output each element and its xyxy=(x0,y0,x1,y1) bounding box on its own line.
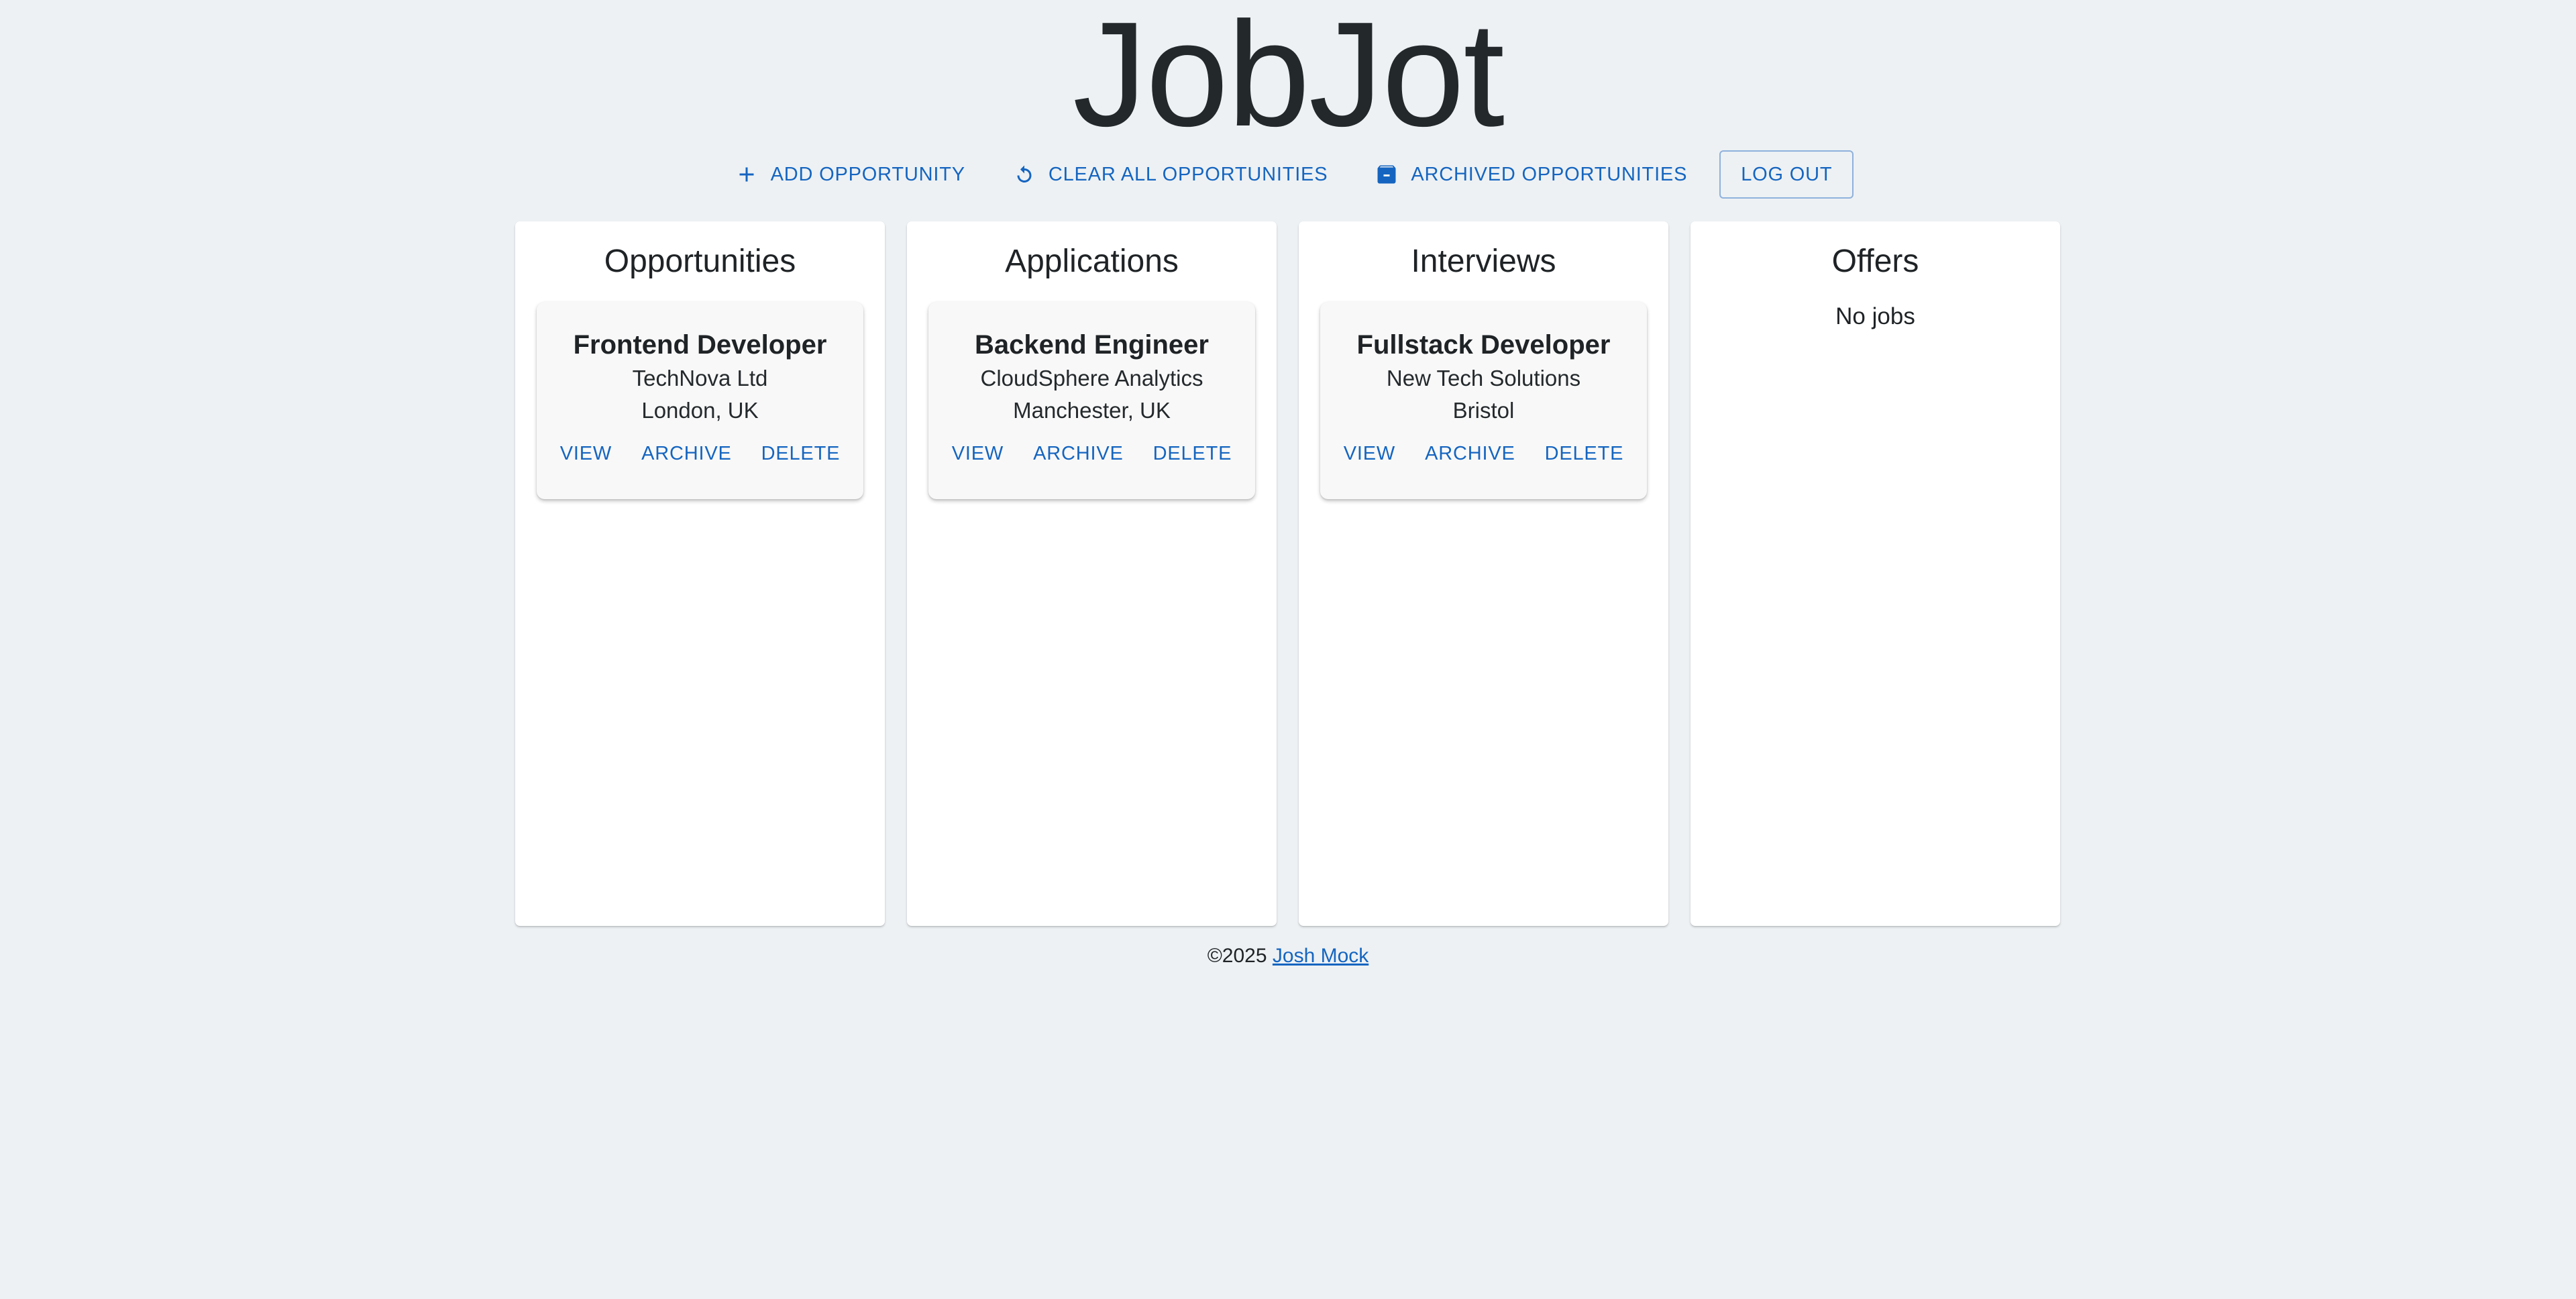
add-opportunity-label: ADD OPPORTUNITY xyxy=(770,163,965,185)
archive-box-icon xyxy=(1375,162,1399,187)
job-card: Frontend Developer TechNova Ltd London, … xyxy=(537,302,863,499)
log-out-button[interactable]: LOG OUT xyxy=(1719,150,1854,199)
column-title: Opportunities xyxy=(604,244,796,279)
job-card: Backend Engineer CloudSphere Analytics M… xyxy=(928,302,1255,499)
job-company: New Tech Solutions xyxy=(1386,366,1581,391)
job-actions: VIEW ARCHIVE DELETE xyxy=(537,440,863,467)
author-link[interactable]: Josh Mock xyxy=(1273,945,1368,967)
view-button[interactable]: VIEW xyxy=(937,440,1018,467)
job-card: Fullstack Developer New Tech Solutions B… xyxy=(1320,302,1647,499)
job-actions: VIEW ARCHIVE DELETE xyxy=(1320,440,1647,467)
archive-button[interactable]: ARCHIVE xyxy=(1410,440,1530,467)
column-applications: Applications Backend Engineer CloudSpher… xyxy=(907,221,1277,926)
delete-button[interactable]: DELETE xyxy=(747,440,855,467)
archived-opportunities-label: ARCHIVED OPPORTUNITIES xyxy=(1411,163,1688,185)
job-location: London, UK xyxy=(641,398,759,423)
column-title: Interviews xyxy=(1411,244,1556,279)
column-offers: Offers No jobs xyxy=(1690,221,2060,926)
job-company: TechNova Ltd xyxy=(632,366,768,391)
kanban-board: Opportunities Frontend Developer TechNov… xyxy=(515,221,2061,926)
job-company: CloudSphere Analytics xyxy=(980,366,1203,391)
toolbar: ADD OPPORTUNITY CLEAR ALL OPPORTUNITIES … xyxy=(0,150,2575,199)
job-title: Frontend Developer xyxy=(573,330,827,360)
copyright-text: ©2025 xyxy=(1207,945,1267,967)
refresh-icon xyxy=(1012,162,1036,187)
delete-button[interactable]: DELETE xyxy=(1530,440,1639,467)
clear-all-opportunities-button[interactable]: CLEAR ALL OPPORTUNITIES xyxy=(998,150,1342,199)
archived-opportunities-button[interactable]: ARCHIVED OPPORTUNITIES xyxy=(1360,150,1702,199)
view-button[interactable]: VIEW xyxy=(1329,440,1410,467)
job-location: Manchester, UK xyxy=(1013,398,1171,423)
archive-button[interactable]: ARCHIVE xyxy=(627,440,747,467)
footer: ©2025 Josh Mock xyxy=(0,945,2576,968)
column-title: Applications xyxy=(1005,244,1179,279)
column-interviews: Interviews Fullstack Developer New Tech … xyxy=(1299,221,1668,926)
archive-button[interactable]: ARCHIVE xyxy=(1018,440,1138,467)
job-location: Bristol xyxy=(1452,398,1515,423)
clear-all-opportunities-label: CLEAR ALL OPPORTUNITIES xyxy=(1048,163,1328,185)
view-button[interactable]: VIEW xyxy=(545,440,627,467)
delete-button[interactable]: DELETE xyxy=(1138,440,1247,467)
add-opportunity-button[interactable]: ADD OPPORTUNITY xyxy=(720,150,980,199)
job-actions: VIEW ARCHIVE DELETE xyxy=(928,440,1255,467)
empty-state: No jobs xyxy=(1835,303,1915,329)
app-title: JobJot xyxy=(1072,0,1505,158)
column-opportunities: Opportunities Frontend Developer TechNov… xyxy=(515,221,885,926)
plus-icon xyxy=(735,162,759,187)
job-title: Backend Engineer xyxy=(974,330,1209,360)
job-title: Fullstack Developer xyxy=(1356,330,1611,360)
column-title: Offers xyxy=(1831,244,1919,279)
